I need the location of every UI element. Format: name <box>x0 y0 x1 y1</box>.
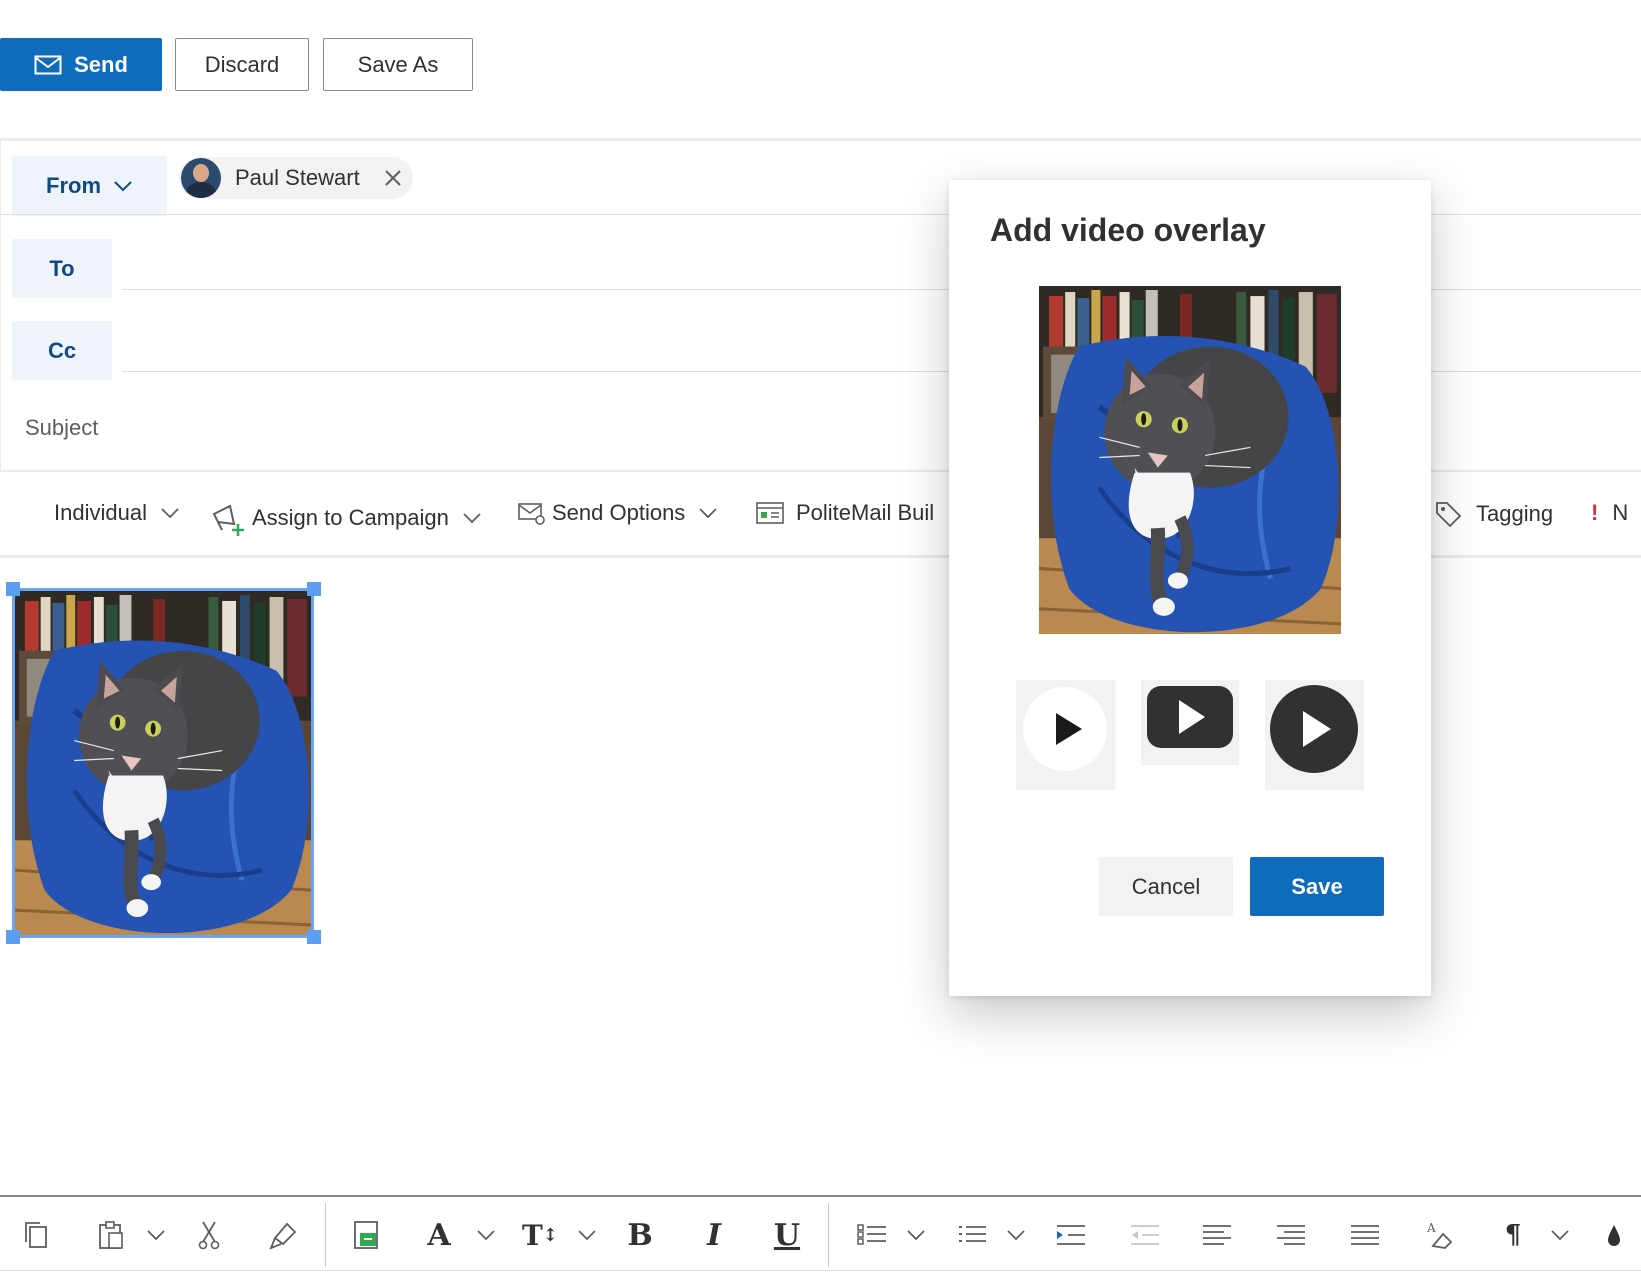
send-button[interactable]: Send <box>0 38 162 91</box>
play-icon <box>1270 685 1358 773</box>
justify-icon[interactable] <box>1350 1219 1380 1251</box>
overlay-option-dark-circle[interactable] <box>1265 680 1364 790</box>
insert-template-icon[interactable] <box>350 1219 384 1251</box>
svg-text:A: A <box>1426 1221 1436 1235</box>
format-painter-icon[interactable] <box>268 1219 300 1251</box>
dialog-title: Add video overlay <box>990 212 1266 248</box>
highlight-icon[interactable] <box>1604 1219 1624 1251</box>
individual-label: Individual <box>54 500 147 525</box>
underline-icon[interactable]: U <box>772 1218 802 1253</box>
envelope-gear-icon <box>518 503 545 525</box>
align-left-icon[interactable] <box>1202 1219 1232 1251</box>
assign-campaign-label: Assign to Campaign <box>252 505 449 530</box>
chevron-down-icon <box>463 513 481 523</box>
avatar <box>181 158 221 198</box>
envelope-icon <box>34 55 62 74</box>
clear-formatting-icon[interactable]: A <box>1424 1219 1454 1251</box>
tag-icon <box>1436 502 1462 528</box>
to-button[interactable]: To <box>12 239 112 298</box>
divider <box>828 1203 829 1267</box>
send-options-label: Send Options <box>552 500 686 525</box>
chevron-down-icon[interactable] <box>476 1219 496 1251</box>
tagging-label: Tagging <box>1476 501 1554 526</box>
preview-image <box>1039 286 1341 634</box>
command-bar: Send Discard Save As <box>0 0 1641 136</box>
next-label: N <box>1612 500 1629 525</box>
resize-handle[interactable] <box>6 582 20 596</box>
chevron-down-icon <box>699 508 717 518</box>
chevron-down-icon <box>161 508 179 518</box>
cut-icon[interactable] <box>196 1219 222 1251</box>
font-size-icon[interactable]: T ↕ <box>522 1219 558 1252</box>
cc-button[interactable]: Cc <box>12 321 112 380</box>
from-label: From <box>46 173 101 198</box>
resize-handle[interactable] <box>307 582 321 596</box>
sender-chip[interactable]: Paul Stewart <box>179 157 413 199</box>
font-color-icon[interactable]: A <box>424 1218 454 1253</box>
chevron-down-icon <box>114 181 132 192</box>
play-icon <box>1147 686 1233 748</box>
close-icon[interactable] <box>384 169 402 187</box>
politemail-builder-button[interactable]: PoliteMail Buil <box>756 500 948 526</box>
paste-icon[interactable] <box>94 1219 128 1251</box>
discard-button[interactable]: Discard <box>175 38 309 91</box>
builder-icon <box>756 502 784 524</box>
indent-icon[interactable] <box>1056 1219 1086 1251</box>
resize-handle[interactable] <box>6 930 20 944</box>
chevron-down-icon[interactable] <box>146 1219 166 1251</box>
send-label: Send <box>74 51 128 77</box>
divider <box>325 1203 326 1267</box>
chevron-down-icon[interactable] <box>906 1219 926 1251</box>
send-options-dropdown[interactable]: Send Options <box>518 500 717 526</box>
chevron-down-icon[interactable] <box>1006 1219 1026 1251</box>
inline-image[interactable] <box>12 588 314 938</box>
from-button[interactable]: From <box>12 156 167 216</box>
format-toolbar: A T ↕ B I U A ¶ <box>0 1195 1641 1271</box>
resize-handle[interactable] <box>307 930 321 944</box>
save-button[interactable]: Save <box>1250 857 1384 916</box>
chevron-down-icon[interactable] <box>1550 1219 1570 1251</box>
cancel-button[interactable]: Cancel <box>1099 857 1233 916</box>
italic-icon[interactable]: I <box>700 1218 728 1253</box>
politemail-builder-label: PoliteMail Buil <box>796 500 935 525</box>
copy-icon[interactable] <box>20 1219 52 1251</box>
subject-input[interactable]: Subject <box>25 415 98 441</box>
play-icon <box>1023 687 1107 771</box>
align-right-icon[interactable] <box>1276 1219 1306 1251</box>
bold-icon[interactable]: B <box>626 1218 654 1253</box>
megaphone-icon <box>212 504 244 536</box>
numbering-icon[interactable] <box>956 1219 988 1251</box>
cat-photo <box>1039 286 1341 634</box>
individual-dropdown[interactable]: Individual <box>54 500 179 526</box>
paragraph-icon[interactable]: ¶ <box>1500 1219 1526 1251</box>
save-as-button[interactable]: Save As <box>323 38 473 91</box>
exclamation-icon: ! <box>1591 500 1599 525</box>
overlay-option-light-circle[interactable] <box>1016 680 1115 790</box>
outdent-icon[interactable] <box>1130 1219 1160 1251</box>
chevron-down-icon[interactable] <box>577 1219 597 1251</box>
importance-button[interactable]: ! N <box>1591 500 1641 526</box>
assign-campaign-dropdown[interactable]: Assign to Campaign <box>210 500 481 536</box>
sender-name: Paul Stewart <box>235 165 360 190</box>
overlay-option-rounded-rect[interactable] <box>1141 680 1239 765</box>
cat-photo <box>15 591 311 935</box>
tagging-button[interactable]: Tagging <box>1434 500 1553 528</box>
bullets-icon[interactable] <box>856 1219 888 1251</box>
video-overlay-dialog: Add video overlay Cancel Save <box>949 180 1431 996</box>
